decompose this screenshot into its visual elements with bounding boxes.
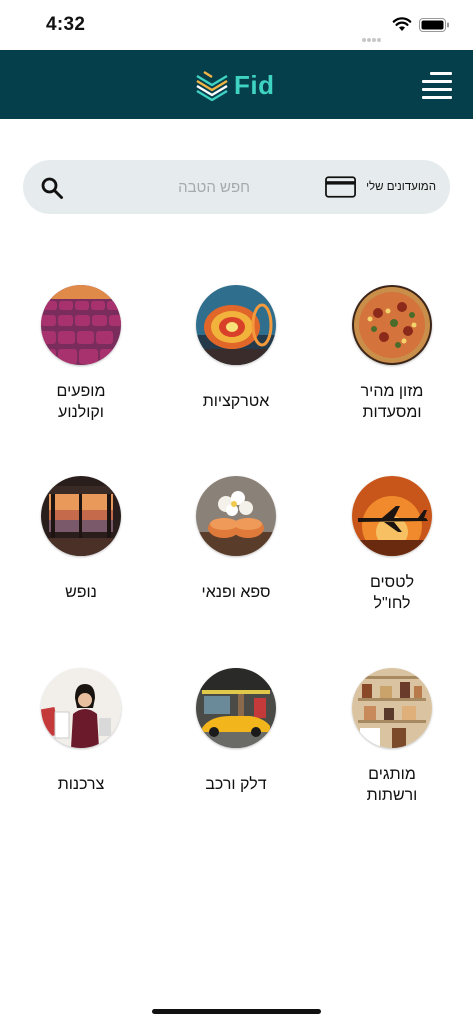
home-indicator[interactable] xyxy=(152,1009,321,1014)
category-attractions[interactable]: אטרקציות xyxy=(166,285,306,425)
category-spa-leisure[interactable]: ספא ופנאי xyxy=(166,476,306,616)
category-label: מזון מהיר xyxy=(360,383,424,400)
brand-logo: Fid xyxy=(195,67,275,103)
category-label: ומסעדות xyxy=(362,404,422,421)
menu-button[interactable] xyxy=(422,72,452,99)
category-brands-chains[interactable]: מותגים ורשתות xyxy=(322,668,462,808)
category-label: מופעים xyxy=(56,383,106,400)
app-header: Fid xyxy=(0,50,473,119)
status-bar: 4:32 xyxy=(0,0,473,50)
theater-seats-image xyxy=(41,285,121,365)
search-input[interactable] xyxy=(70,172,250,202)
brand-name: Fid xyxy=(234,69,275,100)
airplane-image xyxy=(352,476,432,556)
wifi-icon xyxy=(392,17,412,31)
my-clubs-button[interactable]: המועדונים שלי xyxy=(320,172,436,202)
category-label: ספא ופנאי xyxy=(201,584,271,601)
shopping-woman-image xyxy=(41,668,121,748)
category-label: צרכנות xyxy=(57,776,105,793)
category-shows-cinema[interactable]: מופעים וקולנוע xyxy=(11,285,151,425)
category-label: מותגים xyxy=(368,766,416,783)
category-fast-food[interactable]: מזון מהיר ומסעדות xyxy=(322,285,462,425)
battery-icon xyxy=(419,18,449,32)
credit-card-icon xyxy=(325,176,356,198)
my-clubs-label: המועדונים שלי xyxy=(366,181,436,193)
category-label: נופש xyxy=(65,584,97,601)
category-fuel-car[interactable]: דלק ורכב xyxy=(166,668,306,808)
spa-towels-image xyxy=(196,476,276,556)
category-vacation[interactable]: נופש xyxy=(11,476,151,616)
category-label: ורשתות xyxy=(366,787,418,804)
pizza-image xyxy=(352,285,432,365)
logo-icon xyxy=(196,70,228,101)
signal-dots-icon xyxy=(362,29,382,47)
category-label: דלק ורכב xyxy=(205,776,267,793)
category-flights-abroad[interactable]: לטסים לחו"ל xyxy=(322,476,462,616)
category-label: לטסים xyxy=(369,574,415,591)
sports-car-image xyxy=(196,668,276,748)
category-label: אטרקציות xyxy=(202,393,270,410)
category-label: וקולנוע xyxy=(58,404,104,421)
category-label: לחו"ל xyxy=(373,595,411,612)
status-time: 4:32 xyxy=(46,14,86,35)
menu-icon xyxy=(430,72,452,75)
fashion-store-image xyxy=(352,668,432,748)
beach-pier-image xyxy=(41,476,121,556)
amusement-ride-image xyxy=(196,285,276,365)
category-consumerism[interactable]: צרכנות xyxy=(11,668,151,808)
search-icon[interactable] xyxy=(40,176,64,200)
